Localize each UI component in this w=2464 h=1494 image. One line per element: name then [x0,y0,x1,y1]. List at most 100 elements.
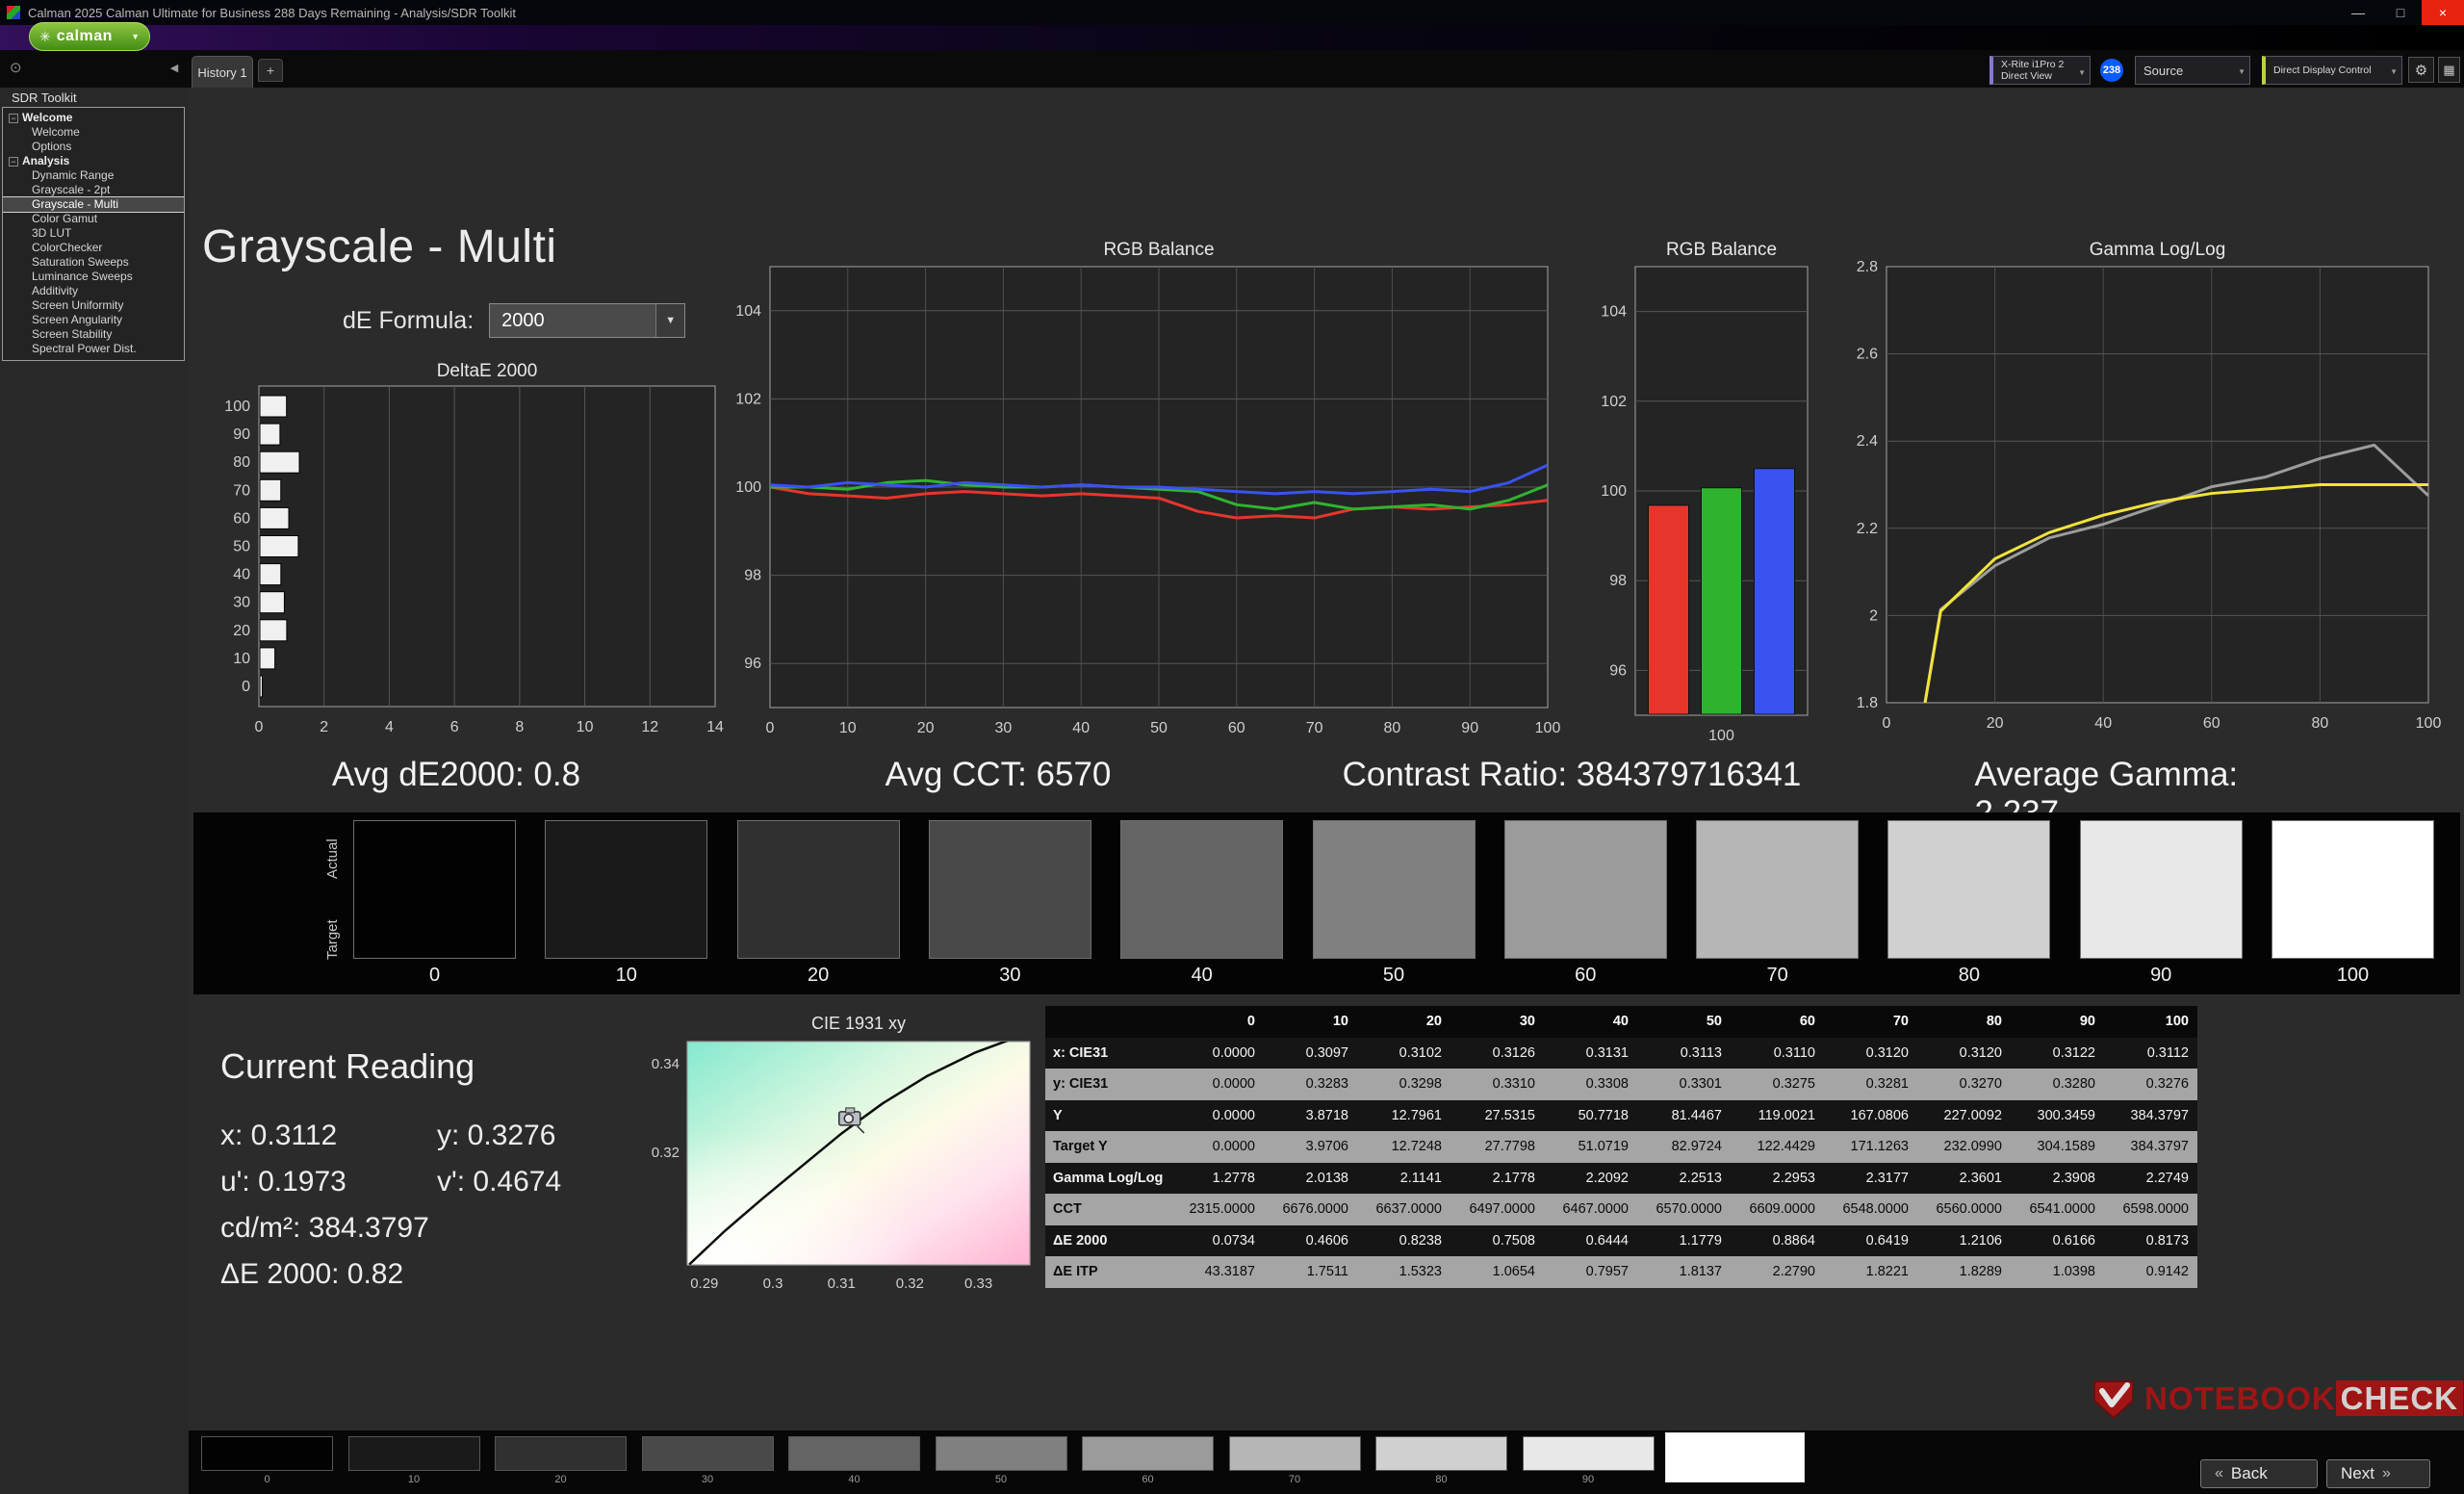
pattern-button-80[interactable] [1375,1436,1507,1471]
rgb-balance-line-chart: RGB Balance01020304050607080901009698100… [708,232,1575,752]
table-cell: 0.3280 [2011,1069,2104,1100]
next-label: Next [2341,1464,2374,1483]
pattern-button-100[interactable] [1665,1432,1805,1482]
pattern-button-30[interactable] [642,1436,774,1471]
pattern-button-50[interactable] [936,1436,1067,1471]
meter-dropdown[interactable]: X-Rite i1Pro 2 Direct View ▼ [1989,56,2091,85]
table-header-cell: 70 [1824,1006,1917,1038]
deltae-bar-chart: DeltaE 200002468101214100908070605040302… [208,353,766,767]
pin-icon[interactable]: ⊙ [10,59,22,76]
sidebar-item-grayscale-multi[interactable]: Grayscale - Multi [3,197,184,212]
layout-button[interactable]: ▦ [2438,57,2460,83]
source-dropdown[interactable]: Source ▼ [2135,56,2250,85]
sidebar-item-options[interactable]: Options [3,140,184,154]
sidebar-item-screen-stability[interactable]: Screen Stability [3,327,184,342]
table-cell: 0.3281 [1824,1069,1917,1100]
pattern-button-0[interactable] [201,1436,333,1471]
table-cell: 6497.0000 [1450,1194,1544,1225]
table-header-cell: 30 [1450,1006,1544,1038]
table-cell: 0.3112 [2104,1038,2197,1069]
pattern-button-70[interactable] [1229,1436,1361,1471]
next-button[interactable]: Next » [2326,1459,2430,1488]
maximize-button[interactable]: □ [2379,0,2422,25]
pattern-button-20[interactable] [495,1436,627,1471]
tree-expander-icon[interactable]: − [9,157,18,167]
svg-text:30: 30 [233,595,250,611]
sidebar-item-3d-lut[interactable]: 3D LUT [3,226,184,241]
pattern-button-90[interactable] [1523,1436,1655,1471]
table-cell: 2.2953 [1731,1163,1824,1195]
sidebar-item-dynamic-range[interactable]: Dynamic Range [3,168,184,183]
add-tab-button[interactable]: + [258,59,283,82]
grayscale-swatch-20 [737,820,900,959]
table-cell: 2.1778 [1450,1163,1544,1195]
svg-text:1.8: 1.8 [1857,695,1878,711]
avg-de2000-stat: Avg dE2000: 0.8 [332,756,580,794]
settings-button[interactable]: ⚙ [2408,57,2434,83]
table-cell: 1.8221 [1824,1256,1917,1288]
svg-text:50: 50 [1150,720,1168,736]
svg-text:30: 30 [995,720,1013,736]
sidebar-item-luminance-sweeps[interactable]: Luminance Sweeps [3,270,184,284]
meter-line1: X-Rite i1Pro 2 [2001,59,2074,70]
close-button[interactable]: × [2422,0,2464,25]
swatch-level-label: 20 [737,965,900,987]
display-control-dropdown[interactable]: Direct Display Control ▼ [2262,56,2402,85]
grayscale-swatch-10 [545,820,707,959]
svg-text:2.6: 2.6 [1857,347,1878,363]
de-formula-dropdown[interactable]: 2000 ▼ [489,303,685,338]
table-cell: 232.0990 [1917,1131,2011,1163]
table-cell: 0.3120 [1917,1038,2011,1069]
table-cell: 6541.0000 [2011,1194,2104,1225]
calman-menu-button[interactable]: ✳ calman ▼ [29,22,150,51]
table-row-label: y: CIE31 [1045,1069,1170,1100]
chevron-down-icon: ▼ [2238,67,2246,76]
measurement-grid: 0102030405060708090100x: CIE310.00000.30… [1045,1006,2197,1288]
svg-text:80: 80 [233,454,250,471]
sidebar-item-spectral-power-dist[interactable]: Spectral Power Dist. [3,342,184,356]
svg-text:70: 70 [1306,720,1323,736]
current-reading-panel: Current Reading x: 0.3112 y: 0.3276 u': … [220,1046,682,1306]
sidebar-item-grayscale-2pt[interactable]: Grayscale - 2pt [3,183,184,197]
swatch-level-label: 70 [1696,965,1859,987]
contrast-ratio-stat: Contrast Ratio: 384379716341 [1343,756,1802,794]
sidebar-item-screen-angularity[interactable]: Screen Angularity [3,313,184,327]
minimize-button[interactable]: — [2337,0,2379,25]
sidebar-item-color-gamut[interactable]: Color Gamut [3,212,184,226]
sidebar-item-screen-uniformity[interactable]: Screen Uniformity [3,298,184,313]
workflow-tree: −WelcomeWelcomeOptions−AnalysisDynamic R… [2,107,185,361]
tree-group-welcome[interactable]: −Welcome [3,111,184,125]
pattern-button-60[interactable] [1082,1436,1214,1471]
svg-text:8: 8 [515,719,524,735]
tab-history-1[interactable]: History 1 [192,56,253,88]
table-cell: 6637.0000 [1357,1194,1450,1225]
svg-text:20: 20 [1987,715,2004,732]
pattern-level-label: 10 [348,1474,480,1485]
swatch-level-label: 90 [2080,965,2243,987]
tree-expander-icon[interactable]: − [9,114,18,123]
sidebar-collapse-button[interactable]: ◀ [165,58,184,77]
table-header-corner [1045,1006,1170,1038]
sidebar-item-colorchecker[interactable]: ColorChecker [3,241,184,255]
table-row-label: ΔE 2000 [1045,1225,1170,1257]
gear-icon: ⚙ [2415,62,2427,79]
svg-text:4: 4 [385,719,394,735]
pattern-button-40[interactable] [788,1436,920,1471]
swatch-level-label: 50 [1313,965,1476,987]
meter-count-badge[interactable]: 238 [2100,59,2123,82]
svg-text:2: 2 [320,719,328,735]
sidebar-item-welcome[interactable]: Welcome [3,125,184,140]
back-button[interactable]: « Back [2200,1459,2318,1488]
current-reading-title: Current Reading [220,1046,475,1087]
sidebar-item-additivity[interactable]: Additivity [3,284,184,298]
sidebar-item-saturation-sweeps[interactable]: Saturation Sweeps [3,255,184,270]
tree-group-analysis[interactable]: −Analysis [3,154,184,168]
pattern-bar: « Back Next » 0102030405060708090 [189,1430,2464,1494]
table-cell: 1.1779 [1637,1225,1731,1257]
svg-text:100: 100 [224,399,250,415]
table-cell: 0.3275 [1731,1069,1824,1100]
grayscale-swatch-0 [353,820,516,959]
swatch-level-label: 100 [2272,965,2434,987]
table-cell: 51.0719 [1544,1131,1637,1163]
pattern-button-10[interactable] [348,1436,480,1471]
